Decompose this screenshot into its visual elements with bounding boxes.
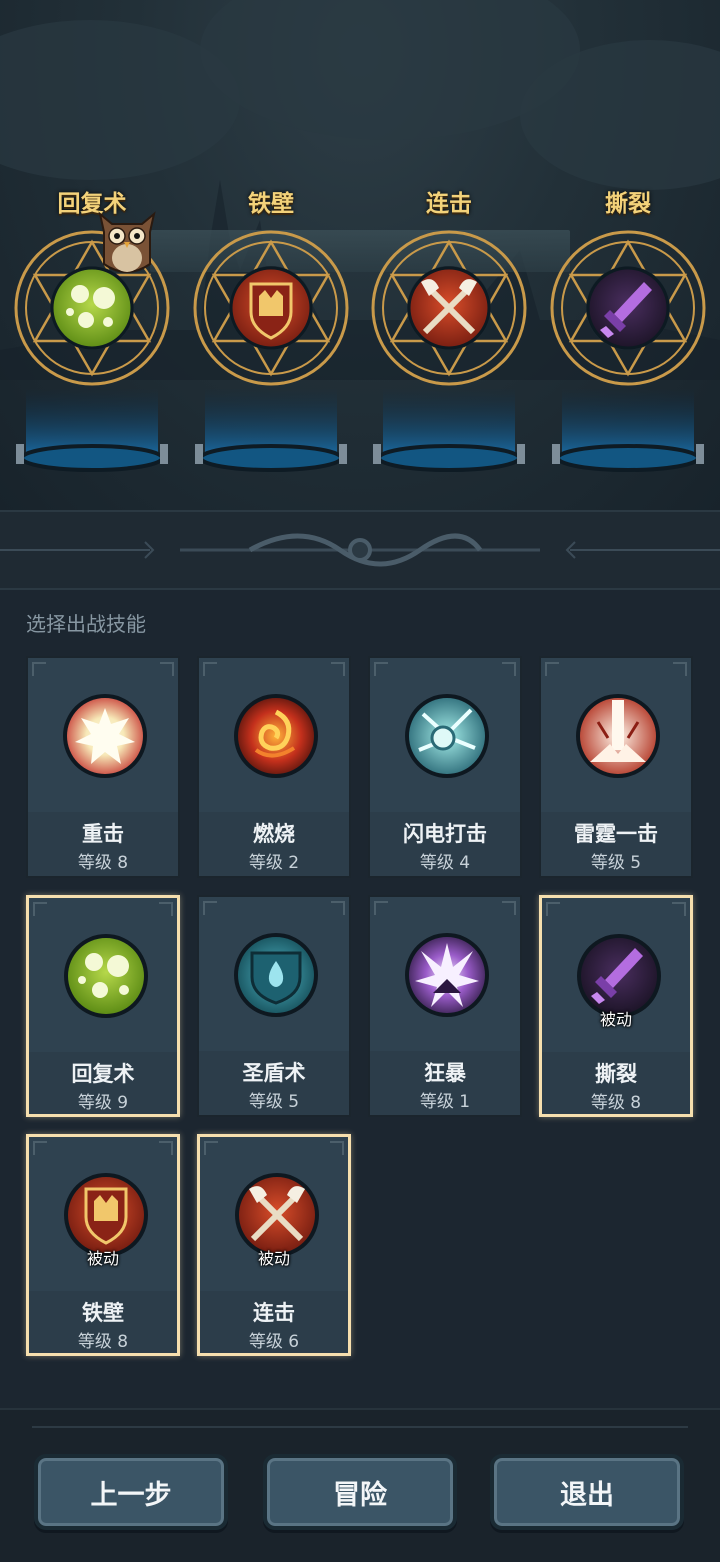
card-corner (330, 1141, 344, 1155)
card-corner (546, 902, 560, 916)
skill-level: 等级 8 (77, 853, 129, 873)
slot-name: 铁壁 (248, 191, 294, 217)
card-corner (203, 901, 217, 915)
slot-name: 连击 (426, 191, 472, 217)
skill-card-selected[interactable]: 被动 铁壁 等级 8 (26, 1134, 180, 1356)
burn-icon (234, 694, 318, 778)
thunder-strike-icon (576, 694, 660, 778)
skill-name: 圣盾术 (242, 1061, 306, 1085)
skill-level: 等级 4 (419, 853, 471, 873)
crossed-axes-icon (407, 266, 491, 350)
equipped-slot-4[interactable]: 撕裂 (538, 180, 718, 500)
green-orb-icon (64, 934, 148, 1018)
pedestal-icon (373, 388, 525, 472)
pedestal-icon (552, 388, 704, 472)
skill-name: 雷霆一击 (574, 822, 658, 846)
skill-level: 等级 2 (248, 853, 300, 873)
exit-button[interactable]: 退出 (490, 1454, 684, 1530)
skill-level: 等级 8 (590, 1093, 642, 1113)
skill-card[interactable]: 重击 等级 8 (26, 656, 180, 878)
skill-card[interactable]: 燃烧 等级 2 (197, 656, 351, 878)
section-title: 选择出战技能 (26, 612, 146, 636)
card-corner (331, 901, 345, 915)
passive-tag: 被动 (257, 1249, 290, 1268)
skill-card-selected[interactable]: 被动 连击 等级 6 (197, 1134, 351, 1356)
skill-card[interactable]: 圣盾术 等级 5 (197, 895, 351, 1117)
equipped-slot-2[interactable]: 铁壁 (181, 180, 361, 500)
skill-level: 等级 8 (77, 1332, 129, 1352)
bottom-divider-line (32, 1426, 688, 1428)
card-corner (374, 662, 388, 676)
pedestal-icon (195, 388, 347, 472)
passive-tag: 被动 (599, 1010, 632, 1029)
card-corner (203, 662, 217, 676)
adventure-button[interactable]: 冒险 (263, 1454, 457, 1530)
holy-shield-icon (234, 933, 318, 1017)
skill-card-selected[interactable]: 被动 撕裂 等级 8 (539, 895, 693, 1117)
slot-name: 撕裂 (605, 191, 651, 217)
previous-step-button[interactable]: 上一步 (34, 1454, 228, 1530)
skill-level: 等级 9 (77, 1093, 129, 1113)
skill-name: 燃烧 (253, 822, 295, 846)
skill-level: 等级 6 (248, 1332, 300, 1352)
card-corner (374, 901, 388, 915)
ornament-divider (0, 510, 720, 590)
equipped-slot-3[interactable]: 连击 (359, 180, 539, 500)
card-corner (545, 662, 559, 676)
card-corner (204, 1141, 218, 1155)
skill-level: 等级 5 (590, 853, 642, 873)
card-corner (159, 1141, 173, 1155)
card-corner (331, 662, 345, 676)
skill-name: 连击 (253, 1301, 295, 1325)
iron-wall-shield-icon (229, 266, 313, 350)
card-corner (672, 902, 686, 916)
green-orb-icon (50, 266, 134, 350)
skill-card[interactable]: 雷霆一击 等级 5 (539, 656, 693, 878)
skill-card[interactable]: 闪电打击 等级 4 (368, 656, 522, 878)
skill-name: 撕裂 (595, 1062, 637, 1086)
skill-name: 铁壁 (82, 1301, 124, 1325)
skill-level: 等级 5 (248, 1092, 300, 1112)
skill-name: 重击 (82, 822, 124, 846)
card-corner (33, 1141, 47, 1155)
skill-name: 回复术 (71, 1062, 135, 1086)
lightning-strike-icon (405, 694, 489, 778)
passive-tag: 被动 (86, 1249, 119, 1268)
owl-mascot-icon (98, 211, 156, 273)
skill-name: 狂暴 (424, 1061, 466, 1085)
heavy-strike-icon (63, 694, 147, 778)
card-corner (32, 662, 46, 676)
skill-card-selected[interactable]: 回复术 等级 9 (26, 895, 180, 1117)
skill-level: 等级 1 (419, 1092, 471, 1112)
equipped-skills-scene: 回复术 铁壁 连击 撕裂 (0, 0, 720, 510)
skill-card[interactable]: 狂暴 等级 1 (368, 895, 522, 1117)
card-corner (502, 901, 516, 915)
card-corner (502, 662, 516, 676)
card-corner (33, 902, 47, 916)
berserk-icon (405, 933, 489, 1017)
pedestal-icon (16, 388, 168, 472)
card-corner (160, 662, 174, 676)
purple-sword-icon (586, 266, 670, 350)
card-corner (673, 662, 687, 676)
card-corner (159, 902, 173, 916)
skill-name: 闪电打击 (403, 822, 487, 846)
